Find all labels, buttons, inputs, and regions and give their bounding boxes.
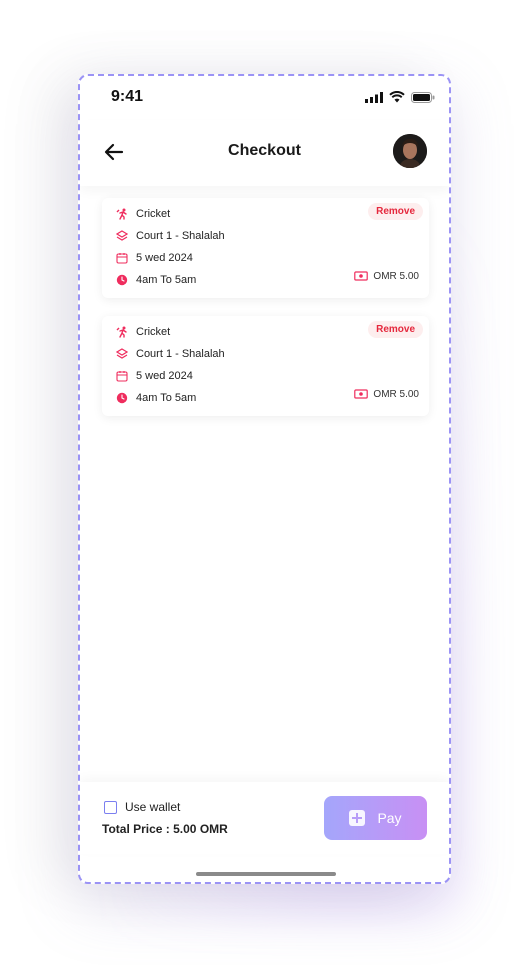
calendar-icon: [116, 253, 128, 264]
clock-icon: [116, 274, 128, 286]
sport-name: Cricket: [136, 326, 171, 338]
date-row: 5 wed 2024: [116, 370, 193, 382]
sport-row: Cricket: [116, 326, 170, 338]
pay-button[interactable]: Pay: [324, 796, 427, 840]
time-row: 4am To 5am: [116, 392, 196, 404]
status-time: 9:41: [111, 88, 144, 105]
wallet-label: Use wallet: [125, 800, 181, 814]
avatar[interactable]: [393, 134, 427, 168]
money-icon: [354, 389, 369, 399]
wifi-icon: [389, 91, 405, 103]
clock-icon: [116, 392, 128, 404]
cellular-signal-icon: [365, 91, 383, 103]
use-wallet-checkbox[interactable]: Use wallet: [104, 800, 180, 814]
booking-price: OMR 5.00: [373, 270, 419, 282]
date-row: 5 wed 2024: [116, 252, 193, 264]
money-icon: [354, 271, 369, 281]
calendar-icon: [116, 371, 128, 382]
remove-button[interactable]: Remove: [368, 321, 423, 338]
booking-date: 5 wed 2024: [136, 252, 193, 264]
court-row: Court 1 - Shalalah: [116, 230, 225, 242]
header: Checkout: [80, 120, 449, 186]
cricket-icon: [116, 208, 127, 220]
booking-date: 5 wed 2024: [136, 370, 193, 382]
price-tag: OMR 5.00: [354, 388, 419, 400]
court-name: Court 1 - Shalalah: [136, 348, 225, 360]
booking-price: OMR 5.00: [373, 388, 419, 400]
booking-card: Cricket Court 1 - Shalalah 5 wed 2024 4a…: [102, 316, 429, 416]
checkbox-box[interactable]: [104, 800, 117, 814]
sport-name: Cricket: [136, 208, 171, 220]
status-bar: 9:41: [80, 76, 449, 120]
plus-icon: [349, 810, 366, 826]
phone-frame: 9:41 Checkout Cricket Court 1 - Shalalah…: [78, 74, 451, 884]
cricket-icon: [116, 326, 127, 338]
remove-button[interactable]: Remove: [368, 203, 423, 220]
time-row: 4am To 5am: [116, 274, 196, 286]
court-row: Court 1 - Shalalah: [116, 348, 225, 360]
court-name: Court 1 - Shalalah: [136, 230, 225, 242]
booking-time: 4am To 5am: [136, 392, 197, 404]
status-icons: [365, 91, 435, 103]
booking-list: Cricket Court 1 - Shalalah 5 wed 2024 4a…: [102, 198, 429, 434]
price-tag: OMR 5.00: [354, 270, 419, 282]
battery-icon: [411, 91, 435, 103]
court-icon: [116, 348, 128, 359]
home-indicator: [196, 872, 336, 876]
pay-label: Pay: [377, 810, 402, 826]
booking-card: Cricket Court 1 - Shalalah 5 wed 2024 4a…: [102, 198, 429, 298]
total-price: Total Price : 5.00 OMR: [102, 822, 228, 836]
court-icon: [116, 230, 128, 241]
booking-time: 4am To 5am: [136, 274, 197, 286]
checkout-footer: Use wallet Total Price : 5.00 OMR Pay: [80, 782, 449, 854]
avatar-image: [393, 134, 427, 168]
sport-row: Cricket: [116, 208, 170, 220]
